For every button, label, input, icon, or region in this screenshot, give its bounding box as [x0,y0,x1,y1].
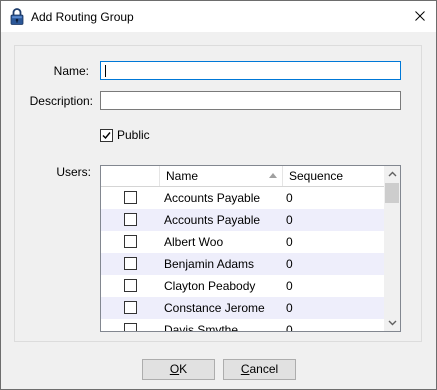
scroll-down-button[interactable] [384,315,400,331]
vertical-scrollbar[interactable] [384,166,400,331]
public-checkbox[interactable]: Public [100,128,150,142]
header-select[interactable] [101,166,160,186]
row-name: Benjamin Adams [164,257,255,271]
public-checkbox-box[interactable] [100,128,113,142]
sort-ascending-icon [269,173,277,178]
description-label: Description: [29,94,93,108]
row-name: Accounts Payable [164,213,261,227]
row-sequence: 0 [286,191,293,205]
row-sequence: 0 [286,257,293,271]
scroll-up-button[interactable] [384,166,400,182]
row-name: Davis Smythe [164,323,239,332]
row-sequence: 0 [286,323,293,332]
table-row[interactable]: Clayton Peabody 0 [101,275,384,297]
cancel-button[interactable]: Cancel [223,359,296,380]
ok-button[interactable]: OK [142,359,215,380]
name-field[interactable] [100,61,401,80]
users-label: Users: [56,165,91,179]
window-title: Add Routing Group [31,10,134,24]
name-label: Name: [53,64,89,78]
grid-header: Name Sequence [101,166,384,187]
close-button[interactable] [404,1,436,32]
table-row[interactable]: Benjamin Adams 0 [101,253,384,275]
row-checkbox[interactable] [124,191,137,204]
text-caret [105,65,106,77]
row-name: Constance Jerome [164,301,265,315]
scroll-thumb[interactable] [385,183,399,203]
row-sequence: 0 [286,235,293,249]
chevron-down-icon [388,320,396,326]
table-row[interactable]: Albert Woo 0 [101,231,384,253]
title-bar[interactable]: Add Routing Group [1,1,436,32]
row-sequence: 0 [286,279,293,293]
table-row[interactable]: Accounts Payable 0 [101,187,384,209]
row-name: Accounts Payable [164,191,261,205]
add-routing-group-dialog: Add Routing Group Name: Description: Pub… [0,0,437,390]
ok-accelerator: O [169,362,180,376]
row-checkbox[interactable] [124,257,137,270]
header-name-label: Name [166,169,199,183]
row-checkbox[interactable] [124,323,137,331]
header-name[interactable]: Name [160,166,283,186]
table-row[interactable]: Davis Smythe 0 [101,319,384,332]
row-name: Clayton Peabody [164,279,256,293]
checkmark-icon [102,131,111,139]
row-checkbox[interactable] [124,235,137,248]
row-sequence: 0 [286,301,293,315]
table-row[interactable]: Accounts Payable 0 [101,209,384,231]
row-name: Albert Woo [164,235,224,249]
users-grid[interactable]: Name Sequence Accounts Payable 0 Account… [100,165,401,332]
description-field[interactable] [100,91,401,110]
cancel-label-rest: ancel [249,362,279,376]
chevron-up-icon [388,171,396,177]
public-label: Public [117,128,150,142]
name-input[interactable] [101,62,400,79]
table-row[interactable]: Constance Jerome 0 [101,297,384,319]
description-input[interactable] [101,92,400,109]
row-checkbox[interactable] [124,301,137,314]
header-sequence[interactable]: Sequence [283,166,384,186]
padlock-icon [10,8,24,25]
grid-rows: Accounts Payable 0 Accounts Payable 0 Al… [101,187,384,332]
row-checkbox[interactable] [124,279,137,292]
row-sequence: 0 [286,213,293,227]
close-icon [415,10,425,24]
row-checkbox[interactable] [124,213,137,226]
ok-label-rest: K [179,362,188,376]
